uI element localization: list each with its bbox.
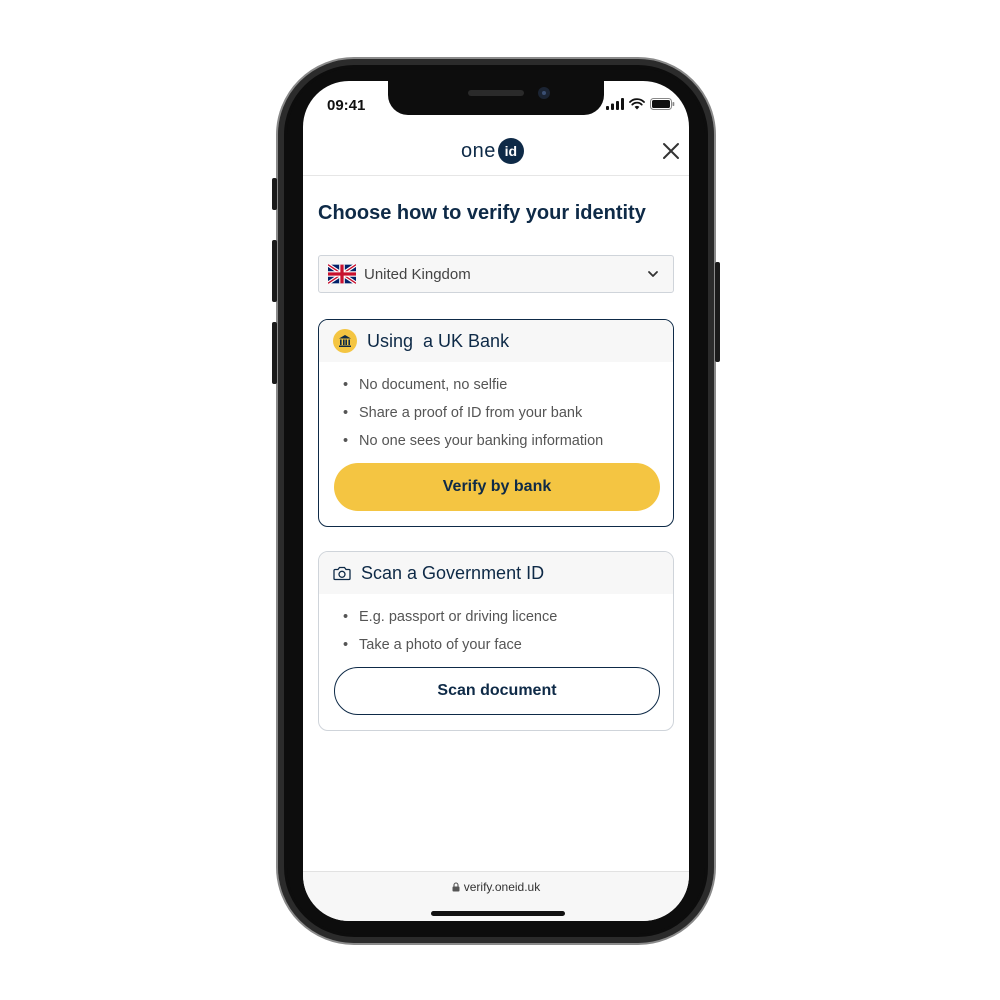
verify-by-bank-button[interactable]: Verify by bank — [334, 463, 660, 511]
list-item: Take a photo of your face — [343, 631, 557, 659]
page-title: Choose how to verify your identity — [318, 202, 646, 224]
volume-down-button — [272, 322, 277, 384]
chevron-down-icon — [648, 271, 658, 277]
power-button — [715, 262, 720, 362]
home-indicator[interactable] — [431, 911, 565, 916]
close-button[interactable] — [661, 141, 681, 161]
bank-icon — [333, 329, 357, 353]
gov-benefits-list: E.g. passport or driving licence Take a … — [343, 603, 557, 659]
app-header: one id — [303, 129, 689, 176]
status-icons — [606, 97, 675, 111]
volume-up-button — [272, 240, 277, 302]
bank-option-card: Using a UK Bank No document, no selfie S… — [318, 319, 674, 527]
gov-card-title: Scan a Government ID — [361, 562, 545, 583]
country-select-value: United Kingdom — [364, 265, 471, 283]
status-time: 09:41 — [327, 97, 366, 114]
list-item: No document, no selfie — [343, 371, 603, 399]
battery-icon — [650, 98, 675, 110]
screen: 09:41 one id Choose how to verify your i… — [303, 81, 689, 921]
logo-text: one — [461, 139, 496, 162]
oneid-logo: one id — [461, 136, 524, 166]
scan-document-button[interactable]: Scan document — [334, 667, 660, 715]
lock-icon — [452, 882, 460, 892]
logo-badge: id — [497, 138, 524, 164]
camera-icon — [333, 566, 351, 581]
close-icon — [663, 143, 679, 159]
list-item: Share a proof of ID from your bank — [343, 399, 603, 427]
list-item: E.g. passport or driving licence — [343, 603, 557, 631]
speaker — [468, 90, 524, 96]
wifi-icon — [629, 98, 645, 110]
bank-card-header: Using a UK Bank — [319, 320, 673, 362]
list-item: No one sees your banking information — [343, 427, 603, 455]
front-camera — [538, 87, 550, 99]
uk-flag-icon — [328, 264, 356, 284]
bank-card-title: Using a UK Bank — [367, 330, 510, 351]
signal-icon — [606, 98, 624, 110]
notch — [388, 81, 604, 115]
bank-benefits-list: No document, no selfie Share a proof of … — [343, 371, 603, 455]
gov-card-header: Scan a Government ID — [319, 552, 673, 594]
mute-switch — [272, 178, 277, 210]
government-id-option-card: Scan a Government ID E.g. passport or dr… — [318, 551, 674, 731]
url-display: verify.oneid.uk — [303, 880, 689, 894]
url-text: verify.oneid.uk — [463, 880, 541, 894]
country-select[interactable]: United Kingdom — [318, 255, 674, 293]
